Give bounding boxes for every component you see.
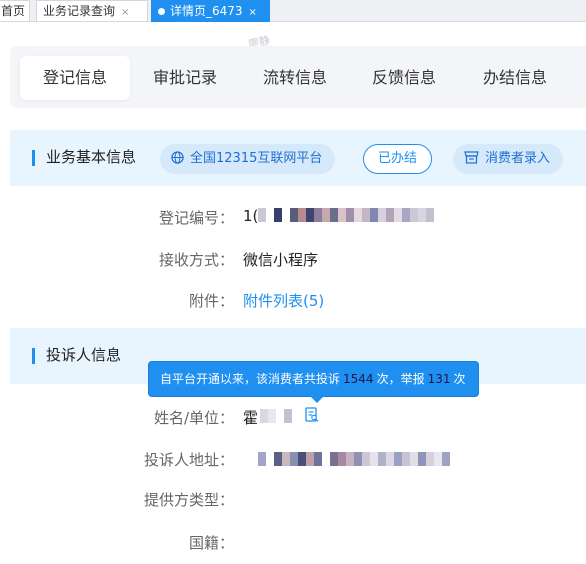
reg-no-redacted — [258, 208, 434, 222]
consumer-entry-label: 消费者录入 — [485, 151, 551, 166]
tab-business-query[interactable]: 业务记录查询 × — [36, 0, 148, 22]
address-label: 投诉人地址： — [143, 451, 234, 469]
complaint-count: 1544 — [343, 372, 374, 386]
name-redacted — [260, 409, 292, 423]
business-info-header: 业务基本信息 全国12315互联网平台 已办结 消费者录入 — [10, 130, 586, 186]
done-button[interactable]: 已办结 — [363, 144, 433, 174]
complaint-count-tooltip: 自平台开通以来，该消费者共投诉 1544 次，举报 131 次 — [148, 361, 479, 403]
tab-detail-label: 详情页_6473 — [170, 4, 243, 18]
reg-no-label: 登记编号： — [158, 209, 234, 227]
provider-type-label: 提供方类型： — [143, 491, 234, 509]
tab-home-label: 首页 — [1, 4, 26, 18]
attachment-label: 附件： — [188, 292, 234, 310]
globe-icon — [171, 151, 190, 166]
address-redacted — [258, 452, 450, 466]
tooltip-arrow — [310, 396, 324, 403]
report-count: 131 — [427, 372, 451, 386]
nationality-label: 国籍： — [188, 534, 234, 552]
attachment-list-link[interactable]: 附件列表(5) — [243, 290, 324, 311]
tab-detail[interactable]: 详情页_6473 × — [151, 0, 270, 22]
business-info-title: 业务基本信息 — [46, 148, 137, 166]
tab-completion-info[interactable]: 办结信息 — [460, 56, 570, 100]
section-accent-bar — [32, 348, 35, 364]
top-tab-bar: 首页 业务记录查询 × 详情页_6473 × — [0, 0, 586, 22]
receive-method-label: 接收方式： — [158, 251, 234, 269]
detail-icon[interactable] — [305, 407, 319, 423]
consumer-entry-button[interactable]: 消费者录入 — [453, 144, 564, 174]
close-icon[interactable]: × — [249, 7, 257, 18]
receive-method-value: 微信小程序 — [243, 251, 319, 269]
tab-transfer-info[interactable]: 流转信息 — [240, 56, 350, 100]
platform-label: 全国12315互联网平台 — [190, 151, 323, 166]
platform-button[interactable]: 全国12315互联网平台 — [160, 144, 336, 174]
reg-no-prefix: 1( — [243, 207, 259, 225]
tooltip-text-2: 次，举报 — [376, 372, 425, 386]
tooltip-text-1: 自平台开通以来，该消费者共投诉 — [160, 372, 341, 386]
tab-approval-records[interactable]: 审批记录 — [130, 56, 240, 100]
section-tabs: 登记信息 审批记录 流转信息 反馈信息 办结信息 — [10, 46, 586, 108]
name-value: 霍 — [243, 409, 259, 427]
tooltip-text-3: 次 — [453, 372, 466, 386]
tab-feedback-info[interactable]: 反馈信息 — [349, 56, 459, 100]
complainant-info-title: 投诉人信息 — [46, 346, 122, 364]
tab-business-query-label: 业务记录查询 — [43, 4, 116, 18]
section-accent-bar — [32, 150, 35, 166]
store-icon — [464, 151, 485, 166]
tab-registration-info[interactable]: 登记信息 — [20, 56, 130, 100]
name-label: 姓名/单位： — [153, 409, 234, 427]
close-icon[interactable]: × — [121, 7, 129, 18]
tab-home[interactable]: 首页 — [0, 0, 30, 22]
active-dot-icon — [158, 8, 165, 15]
